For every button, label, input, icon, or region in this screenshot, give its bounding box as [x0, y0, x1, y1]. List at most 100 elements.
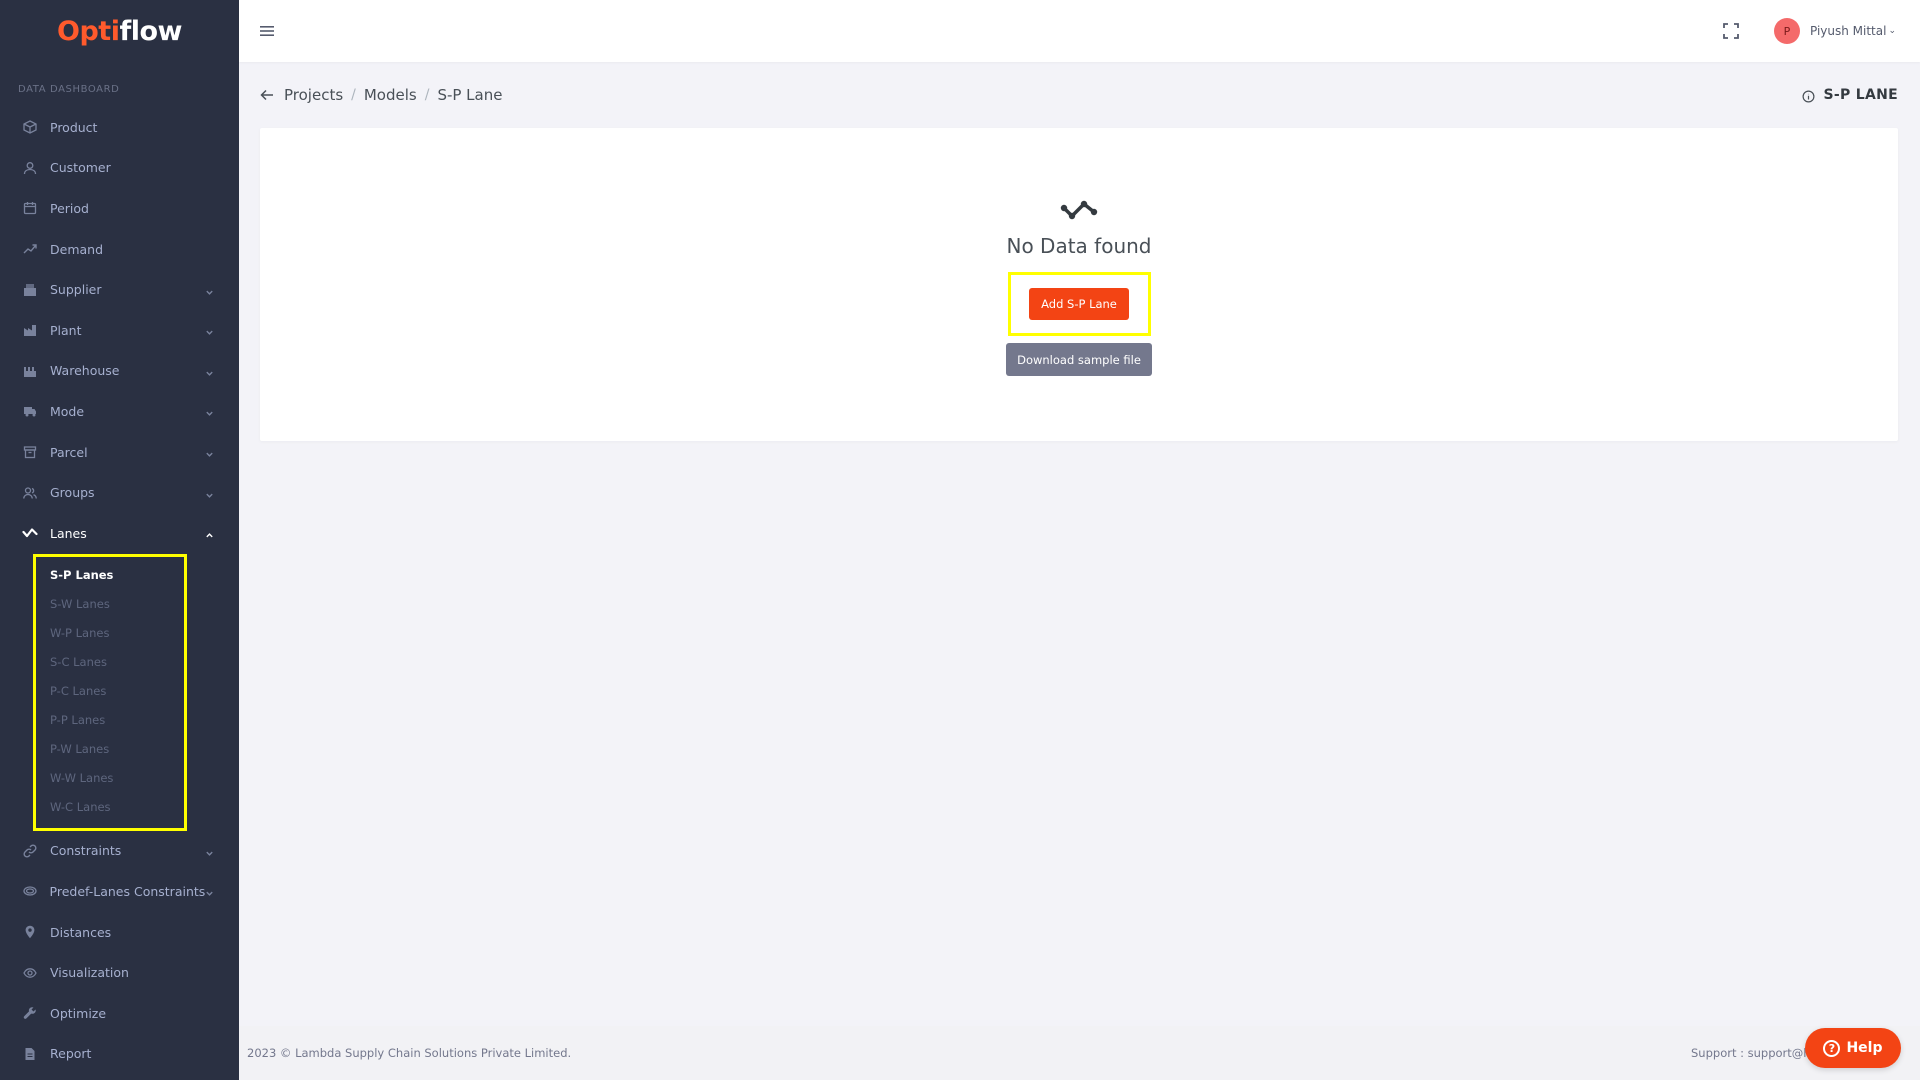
sidebar-item-distances[interactable]: Distances — [0, 912, 239, 953]
submenu-item-s-w-lanes[interactable]: S-W Lanes — [50, 590, 184, 619]
chevron-up-icon — [205, 528, 215, 538]
sidebar-item-label: Report — [50, 1046, 92, 1062]
help-label: Help — [1846, 1040, 1883, 1056]
sidebar-item-label: Product — [50, 119, 98, 135]
submenu-item-p-c-lanes[interactable]: P-C Lanes — [50, 677, 184, 706]
sidebar-item-label: Visualization — [50, 965, 129, 981]
breadcrumb-current: S-P Lane — [437, 86, 503, 104]
calendar-icon — [22, 200, 38, 216]
breadcrumb-models[interactable]: Models — [364, 86, 417, 104]
help-button[interactable]: ? Help — [1805, 1028, 1901, 1068]
copyright-text: 2023 © Lambda Supply Chain Solutions Pri… — [247, 1046, 572, 1060]
file-icon — [22, 1046, 38, 1062]
breadcrumb-projects[interactable]: Projects — [284, 86, 343, 104]
breadcrumb: Projects / Models / S-P Lane S-P LANE — [260, 82, 1898, 108]
chevron-down-icon: ⌄ — [1888, 26, 1896, 36]
submenu-item-w-w-lanes[interactable]: W-W Lanes — [50, 764, 184, 793]
sidebar-item-optimize[interactable]: Optimize — [0, 993, 239, 1034]
chevron-down-icon — [205, 447, 215, 457]
sidebar: Optiflow DATA DASHBOARD Product Customer P… — [0, 0, 239, 1080]
submenu-item-p-w-lanes[interactable]: P-W Lanes — [50, 735, 184, 764]
logo-flow: flow — [119, 15, 182, 47]
sidebar-item-label: Supplier — [50, 282, 102, 298]
sidebar-item-label: Constraints — [50, 843, 122, 859]
cube-icon — [22, 119, 38, 135]
sidebar-item-groups[interactable]: Groups — [0, 472, 239, 513]
chevron-down-icon — [205, 325, 215, 336]
warehouse-icon — [22, 363, 38, 379]
sidebar-item-customer[interactable]: Customer — [0, 148, 239, 189]
submenu-item-s-c-lanes[interactable]: S-C Lanes — [50, 648, 184, 677]
sidebar-item-period[interactable]: Period — [0, 188, 239, 229]
eye-icon — [22, 965, 38, 981]
sidebar-item-demand[interactable]: Demand — [0, 229, 239, 270]
sidebar-item-cog[interactable]: COG — [0, 1074, 239, 1080]
sidebar-item-mode[interactable]: Mode — [0, 391, 239, 432]
brand-logo[interactable]: Optiflow — [0, 0, 239, 62]
wrench-icon — [22, 1005, 38, 1021]
truck-icon — [22, 403, 38, 419]
user-icon — [22, 160, 38, 176]
sidebar-item-label: Plant — [50, 322, 82, 338]
submenu-item-s-p-lanes[interactable]: S-P Lanes — [50, 561, 184, 590]
sidebar-item-product[interactable]: Product — [0, 107, 239, 148]
sidebar-menu: Product Customer Period Demand Supplier Plant… — [0, 107, 239, 554]
sidebar-item-label: Groups — [50, 485, 95, 501]
sidebar-item-label: Period — [50, 200, 89, 216]
link-icon — [22, 843, 38, 859]
chevron-down-icon — [205, 488, 215, 498]
chevron-down-icon — [205, 285, 215, 295]
building-icon — [22, 282, 38, 298]
sidebar-item-predef-lanes-constraints[interactable]: Predef-Lanes Constraints — [0, 871, 239, 912]
logo-o: O — [57, 15, 80, 47]
sidebar-item-report[interactable]: Report — [0, 1034, 239, 1075]
layers-icon — [22, 883, 38, 899]
box-icon — [22, 444, 38, 460]
breadcrumb-separator: / — [424, 87, 430, 103]
highlight-annotation: Add S-P Lane — [1007, 272, 1151, 336]
user-dropdown[interactable]: P Piyush Mittal ⌄ — [1773, 18, 1896, 44]
lanes-icon — [1060, 198, 1098, 224]
breadcrumb-separator: / — [351, 87, 356, 103]
sidebar-item-warehouse[interactable]: Warehouse — [0, 351, 239, 392]
submenu-item-w-c-lanes[interactable]: W-C Lanes — [50, 793, 184, 822]
empty-state: No Data found Add S-P Lane Download samp… — [260, 198, 1898, 376]
content-card: No Data found Add S-P Lane Download samp… — [260, 128, 1898, 441]
empty-message: No Data found — [1006, 234, 1152, 258]
sidebar-menu-after: Constraints Predef-Lanes Constraints Dista… — [0, 831, 239, 1080]
chevron-down-icon — [205, 366, 215, 376]
sidebar-item-constraints[interactable]: Constraints — [0, 831, 239, 872]
fullscreen-icon[interactable] — [1720, 20, 1742, 42]
support-text: Support : support@l — [1691, 1046, 1807, 1060]
logo-pti: pti — [79, 15, 120, 47]
sidebar-item-visualization[interactable]: Visualization — [0, 952, 239, 993]
map-pin-icon — [22, 924, 38, 940]
sidebar-item-plant[interactable]: Plant — [0, 310, 239, 351]
download-sample-file-button[interactable]: Download sample file — [1006, 343, 1152, 376]
add-sp-lane-button[interactable]: Add S-P Lane — [1029, 288, 1129, 320]
sidebar-item-label: Mode — [50, 403, 85, 419]
back-arrow-icon[interactable] — [260, 87, 276, 103]
sidebar-item-parcel[interactable]: Parcel — [0, 432, 239, 473]
topbar: P Piyush Mittal ⌄ — [239, 0, 1920, 62]
sidebar-item-label: Predef-Lanes Constraints — [49, 883, 206, 899]
sidebar-item-label: Parcel — [50, 444, 88, 460]
users-icon — [22, 485, 38, 501]
avatar: P — [1773, 18, 1800, 44]
sidebar-item-label: Optimize — [50, 1005, 107, 1021]
submenu-item-p-p-lanes[interactable]: P-P Lanes — [50, 706, 184, 735]
sidebar-item-label: Warehouse — [50, 363, 120, 379]
sidebar-item-supplier[interactable]: Supplier — [0, 269, 239, 310]
submenu-item-w-p-lanes[interactable]: W-P Lanes — [50, 619, 184, 648]
trend-icon — [22, 241, 38, 257]
hamburger-menu-icon[interactable] — [255, 19, 279, 43]
sidebar-item-label: Customer — [50, 160, 111, 176]
factory-icon — [22, 322, 38, 338]
sidebar-item-label: Lanes — [50, 525, 87, 541]
menu-section-title: DATA DASHBOARD — [18, 84, 120, 95]
lanes-icon — [22, 525, 38, 541]
user-name: Piyush Mittal — [1809, 24, 1887, 38]
chevron-down-icon — [205, 406, 215, 417]
info-icon — [1802, 88, 1816, 103]
sidebar-item-lanes[interactable]: Lanes — [0, 513, 239, 554]
